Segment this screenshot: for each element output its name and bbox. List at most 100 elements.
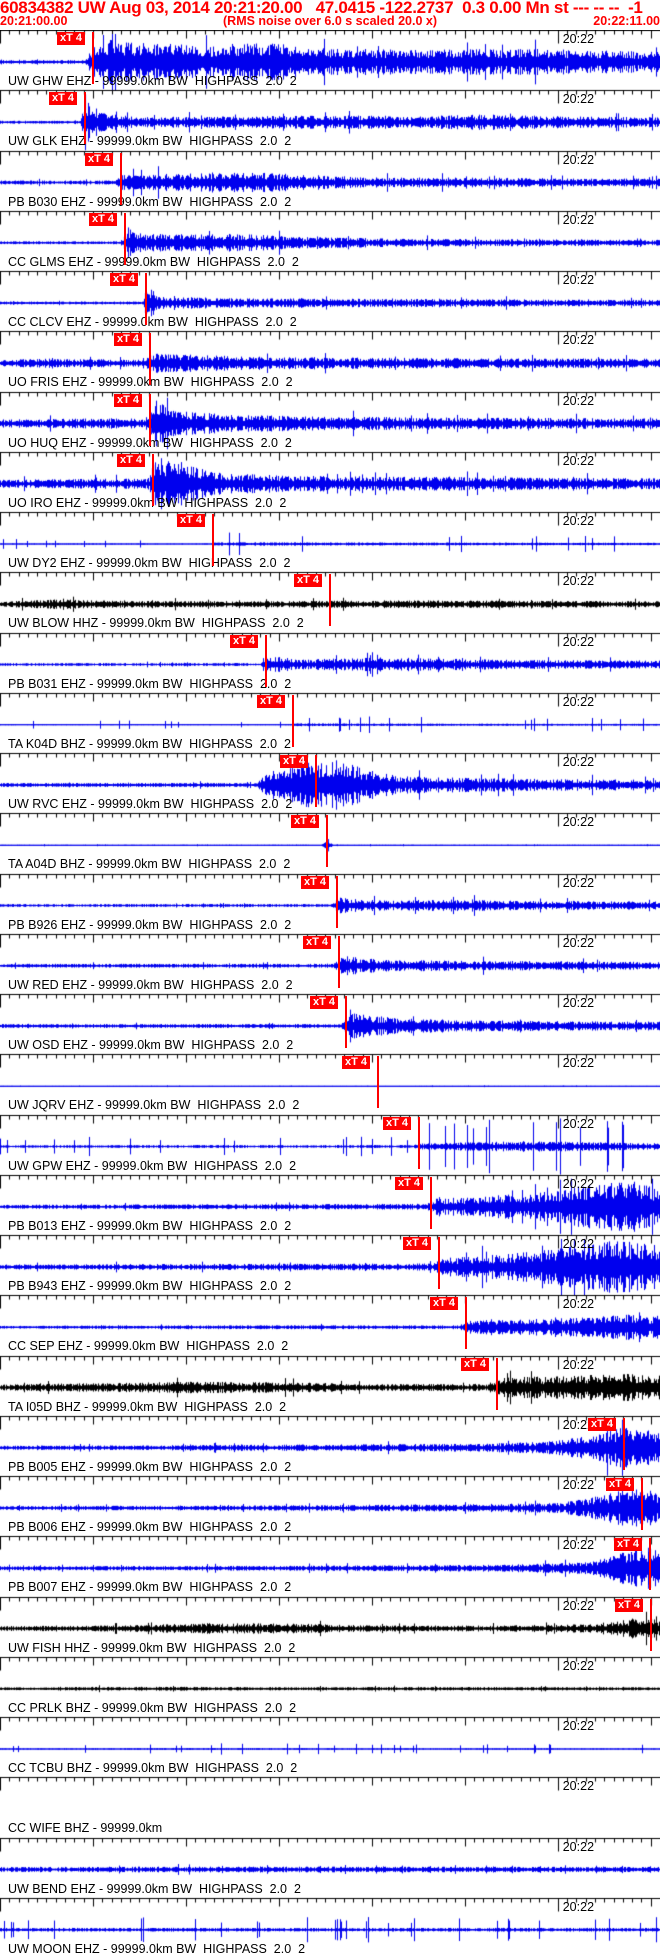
pick-line-uo-fris-ehz[interactable] <box>149 333 151 386</box>
minute-time-label: 20:22 <box>562 1538 595 1553</box>
pick-line-uw-ghw-ehz[interactable] <box>92 32 94 84</box>
pick-line-pb-b007-ehz[interactable] <box>649 1538 651 1591</box>
minute-time-label: 20:22 <box>562 92 595 107</box>
pick-flag-uw-glk-ehz[interactable]: xT 4 <box>49 92 78 106</box>
pick-flag-uo-huq-ehz[interactable]: xT 4 <box>114 393 143 407</box>
pick-line-uw-dy2-ehz[interactable] <box>212 514 214 566</box>
event-header: 60834382 UW Aug 03, 2014 20:21:20.00 47.… <box>0 0 660 30</box>
pick-line-uw-red-ehz[interactable] <box>338 935 340 988</box>
trace-label-uo-iro-ehz: UO IRO EHZ - 99999.0km BW HIGHPASS 2.0 2 <box>8 495 287 510</box>
pick-flag-pb-b926-ehz[interactable]: xT 4 <box>301 875 330 889</box>
trace-label-pb-b030-ehz: PB B030 EHZ - 99999.0km BW HIGHPASS 2.0 … <box>8 194 292 209</box>
minute-time-label: 20:22 <box>562 574 595 589</box>
pick-line-uw-rvc-ehz[interactable] <box>315 755 317 807</box>
pick-line-pb-b006-ehz[interactable] <box>641 1478 643 1530</box>
minute-time-label: 20:22 <box>562 1719 595 1733</box>
minute-time-label: 20:22 <box>562 755 595 769</box>
pick-flag-uw-dy2-ehz[interactable]: xT 4 <box>177 514 206 527</box>
rms-scale-note: (RMS noise over 6.0 s scaled 20.0 x) <box>223 14 437 28</box>
pick-flag-cc-clcv-ehz[interactable]: xT 4 <box>110 273 139 286</box>
trace-label-uw-red-ehz: UW RED EHZ - 99999.0km BW HIGHPASS 2.0 2 <box>8 977 293 992</box>
trace-label-ta-i05d-bhz: TA I05D BHZ - 99999.0km BW HIGHPASS 2.0 … <box>8 1399 287 1414</box>
pick-line-cc-glms-ehz[interactable] <box>124 212 126 265</box>
pick-flag-pb-b006-ehz[interactable]: xT 4 <box>606 1478 635 1491</box>
pick-flag-ta-a04d-bhz[interactable]: xT 4 <box>291 815 320 829</box>
pick-line-cc-sep-ehz[interactable] <box>465 1297 467 1350</box>
pick-line-uw-blow-hhz[interactable] <box>329 574 331 627</box>
pick-flag-uw-ghw-ehz[interactable]: xT 4 <box>57 32 86 45</box>
minute-time-label: 20:22 <box>562 815 595 830</box>
pick-flag-ta-k04d-bhz[interactable]: xT 4 <box>257 694 286 708</box>
trace-label-uw-fish-hhz: UW FISH HHZ - 99999.0km BW HIGHPASS 2.0 … <box>8 1640 296 1655</box>
pick-line-pb-b005-ehz[interactable] <box>623 1417 625 1470</box>
pick-line-pb-b943-ehz[interactable] <box>438 1237 440 1289</box>
pick-line-uo-huq-ehz[interactable] <box>149 393 151 446</box>
pick-line-ta-k04d-bhz[interactable] <box>292 694 294 747</box>
pick-line-cc-clcv-ehz[interactable] <box>145 273 147 325</box>
trace-label-pb-b013-ehz: PB B013 EHZ - 99999.0km BW HIGHPASS 2.0 … <box>8 1218 292 1233</box>
trace-label-uw-rvc-ehz: UW RVC EHZ - 99999.0km BW HIGHPASS 2.0 2 <box>8 797 293 811</box>
trace-label-uw-glk-ehz: UW GLK EHZ - 99999.0km BW HIGHPASS 2.0 2 <box>8 134 292 149</box>
pick-line-uw-fish-hhz[interactable] <box>650 1598 652 1651</box>
minute-time-label: 20:22 <box>562 1478 595 1492</box>
pick-flag-pb-b030-ehz[interactable]: xT 4 <box>85 152 114 166</box>
pick-flag-cc-sep-ehz[interactable]: xT 4 <box>430 1297 459 1311</box>
seismogram-trace-area: 20:22 xT 4 UW GHW EHZ - 99999.0km BW HIGHP… <box>0 0 660 1958</box>
pick-line-pb-b013-ehz[interactable] <box>430 1176 432 1229</box>
trace-label-cc-glms-ehz: CC GLMS EHZ - 99999.0km BW HIGHPASS 2.0 … <box>8 254 299 269</box>
pick-flag-uw-osd-ehz[interactable]: xT 4 <box>310 996 339 1009</box>
minute-time-label: 20:22 <box>562 1056 595 1071</box>
trace-label-cc-clcv-ehz: CC CLCV EHZ - 99999.0km BW HIGHPASS 2.0 … <box>8 315 297 329</box>
pick-line-pb-b926-ehz[interactable] <box>336 875 338 928</box>
trace-label-uw-bend-ehz: UW BEND EHZ - 99999.0km BW HIGHPASS 2.0 … <box>8 1881 301 1896</box>
trace-label-pb-b926-ehz: PB B926 EHZ - 99999.0km BW HIGHPASS 2.0 … <box>8 917 292 932</box>
pick-flag-uw-blow-hhz[interactable]: xT 4 <box>294 574 323 588</box>
pick-line-ta-i05d-bhz[interactable] <box>496 1357 498 1410</box>
trace-label-pb-b031-ehz: PB B031 EHZ - 99999.0km BW HIGHPASS 2.0 … <box>8 676 292 691</box>
pick-flag-uw-jqrv-ehz[interactable]: xT 4 <box>342 1056 371 1070</box>
minute-time-label: 20:22 <box>562 1176 595 1191</box>
pick-line-uw-jqrv-ehz[interactable] <box>377 1056 379 1109</box>
pick-flag-cc-glms-ehz[interactable]: xT 4 <box>89 212 118 226</box>
pick-flag-pb-b013-ehz[interactable]: xT 4 <box>395 1176 424 1190</box>
pick-flag-pb-b943-ehz[interactable]: xT 4 <box>403 1237 432 1250</box>
trace-label-pb-b943-ehz: PB B943 EHZ - 99999.0km BW HIGHPASS 2.0 … <box>8 1279 292 1293</box>
trace-label-uw-jqrv-ehz: UW JQRV EHZ - 99999.0km BW HIGHPASS 2.0 … <box>8 1098 300 1113</box>
minute-time-label: 20:22 <box>562 634 595 649</box>
trace-label-uw-ghw-ehz: UW GHW EHZ - 99999.0km BW HIGHPASS 2.0 2 <box>8 74 297 88</box>
minute-time-label: 20:22 <box>562 1598 595 1613</box>
trace-label-pb-b005-ehz: PB B005 EHZ - 99999.0km BW HIGHPASS 2.0 … <box>8 1459 292 1474</box>
pick-line-pb-b030-ehz[interactable] <box>120 152 122 205</box>
pick-line-uw-gpw-ehz[interactable] <box>418 1116 420 1169</box>
pick-flag-uw-gpw-ehz[interactable]: xT 4 <box>383 1116 412 1130</box>
trace-label-uw-blow-hhz: UW BLOW HHZ - 99999.0km BW HIGHPASS 2.0 … <box>8 616 304 631</box>
minute-time-label: 20:22 <box>562 393 595 408</box>
pick-flag-uo-fris-ehz[interactable]: xT 4 <box>114 333 143 347</box>
minute-time-label: 20:22 <box>562 694 595 709</box>
trace-label-cc-tcbu-bhz: CC TCBU BHZ - 99999.0km BW HIGHPASS 2.0 … <box>8 1761 298 1775</box>
trace-label-cc-sep-ehz: CC SEP EHZ - 99999.0km BW HIGHPASS 2.0 2 <box>8 1339 289 1354</box>
pick-flag-uw-red-ehz[interactable]: xT 4 <box>303 935 332 949</box>
trace-label-uw-dy2-ehz: UW DY2 EHZ - 99999.0km BW HIGHPASS 2.0 2 <box>8 556 291 570</box>
pick-line-uw-osd-ehz[interactable] <box>345 996 347 1048</box>
pick-flag-uo-iro-ehz[interactable]: xT 4 <box>117 453 146 467</box>
trace-label-cc-prlk-bhz: CC PRLK BHZ - 99999.0km BW HIGHPASS 2.0 … <box>8 1700 297 1715</box>
minute-time-label: 20:22 <box>562 1357 595 1372</box>
minute-time-label: 20:22 <box>562 1779 595 1794</box>
minute-time-label: 20:22 <box>562 935 595 950</box>
pick-flag-uw-fish-hhz[interactable]: xT 4 <box>615 1598 644 1612</box>
minute-time-label: 20:22 <box>562 996 595 1010</box>
pick-flag-ta-i05d-bhz[interactable]: xT 4 <box>461 1357 490 1371</box>
pick-flag-pb-b007-ehz[interactable]: xT 4 <box>614 1538 643 1552</box>
pick-line-uw-glk-ehz[interactable] <box>84 92 86 145</box>
pick-flag-pb-b005-ehz[interactable]: xT 4 <box>588 1417 617 1431</box>
pick-line-uo-iro-ehz[interactable] <box>152 453 154 506</box>
pick-line-pb-b031-ehz[interactable] <box>265 634 267 687</box>
pick-line-ta-a04d-bhz[interactable] <box>326 815 328 868</box>
minute-time-label: 20:22 <box>562 1658 595 1673</box>
trace-label-ta-a04d-bhz: TA A04D BHZ - 99999.0km BW HIGHPASS 2.0 … <box>8 857 291 872</box>
pick-flag-uw-rvc-ehz[interactable]: xT 4 <box>280 755 309 768</box>
minute-time-label: 20:22 <box>562 212 595 227</box>
minute-time-label: 20:22 <box>562 1899 595 1914</box>
pick-flag-pb-b031-ehz[interactable]: xT 4 <box>230 634 259 648</box>
